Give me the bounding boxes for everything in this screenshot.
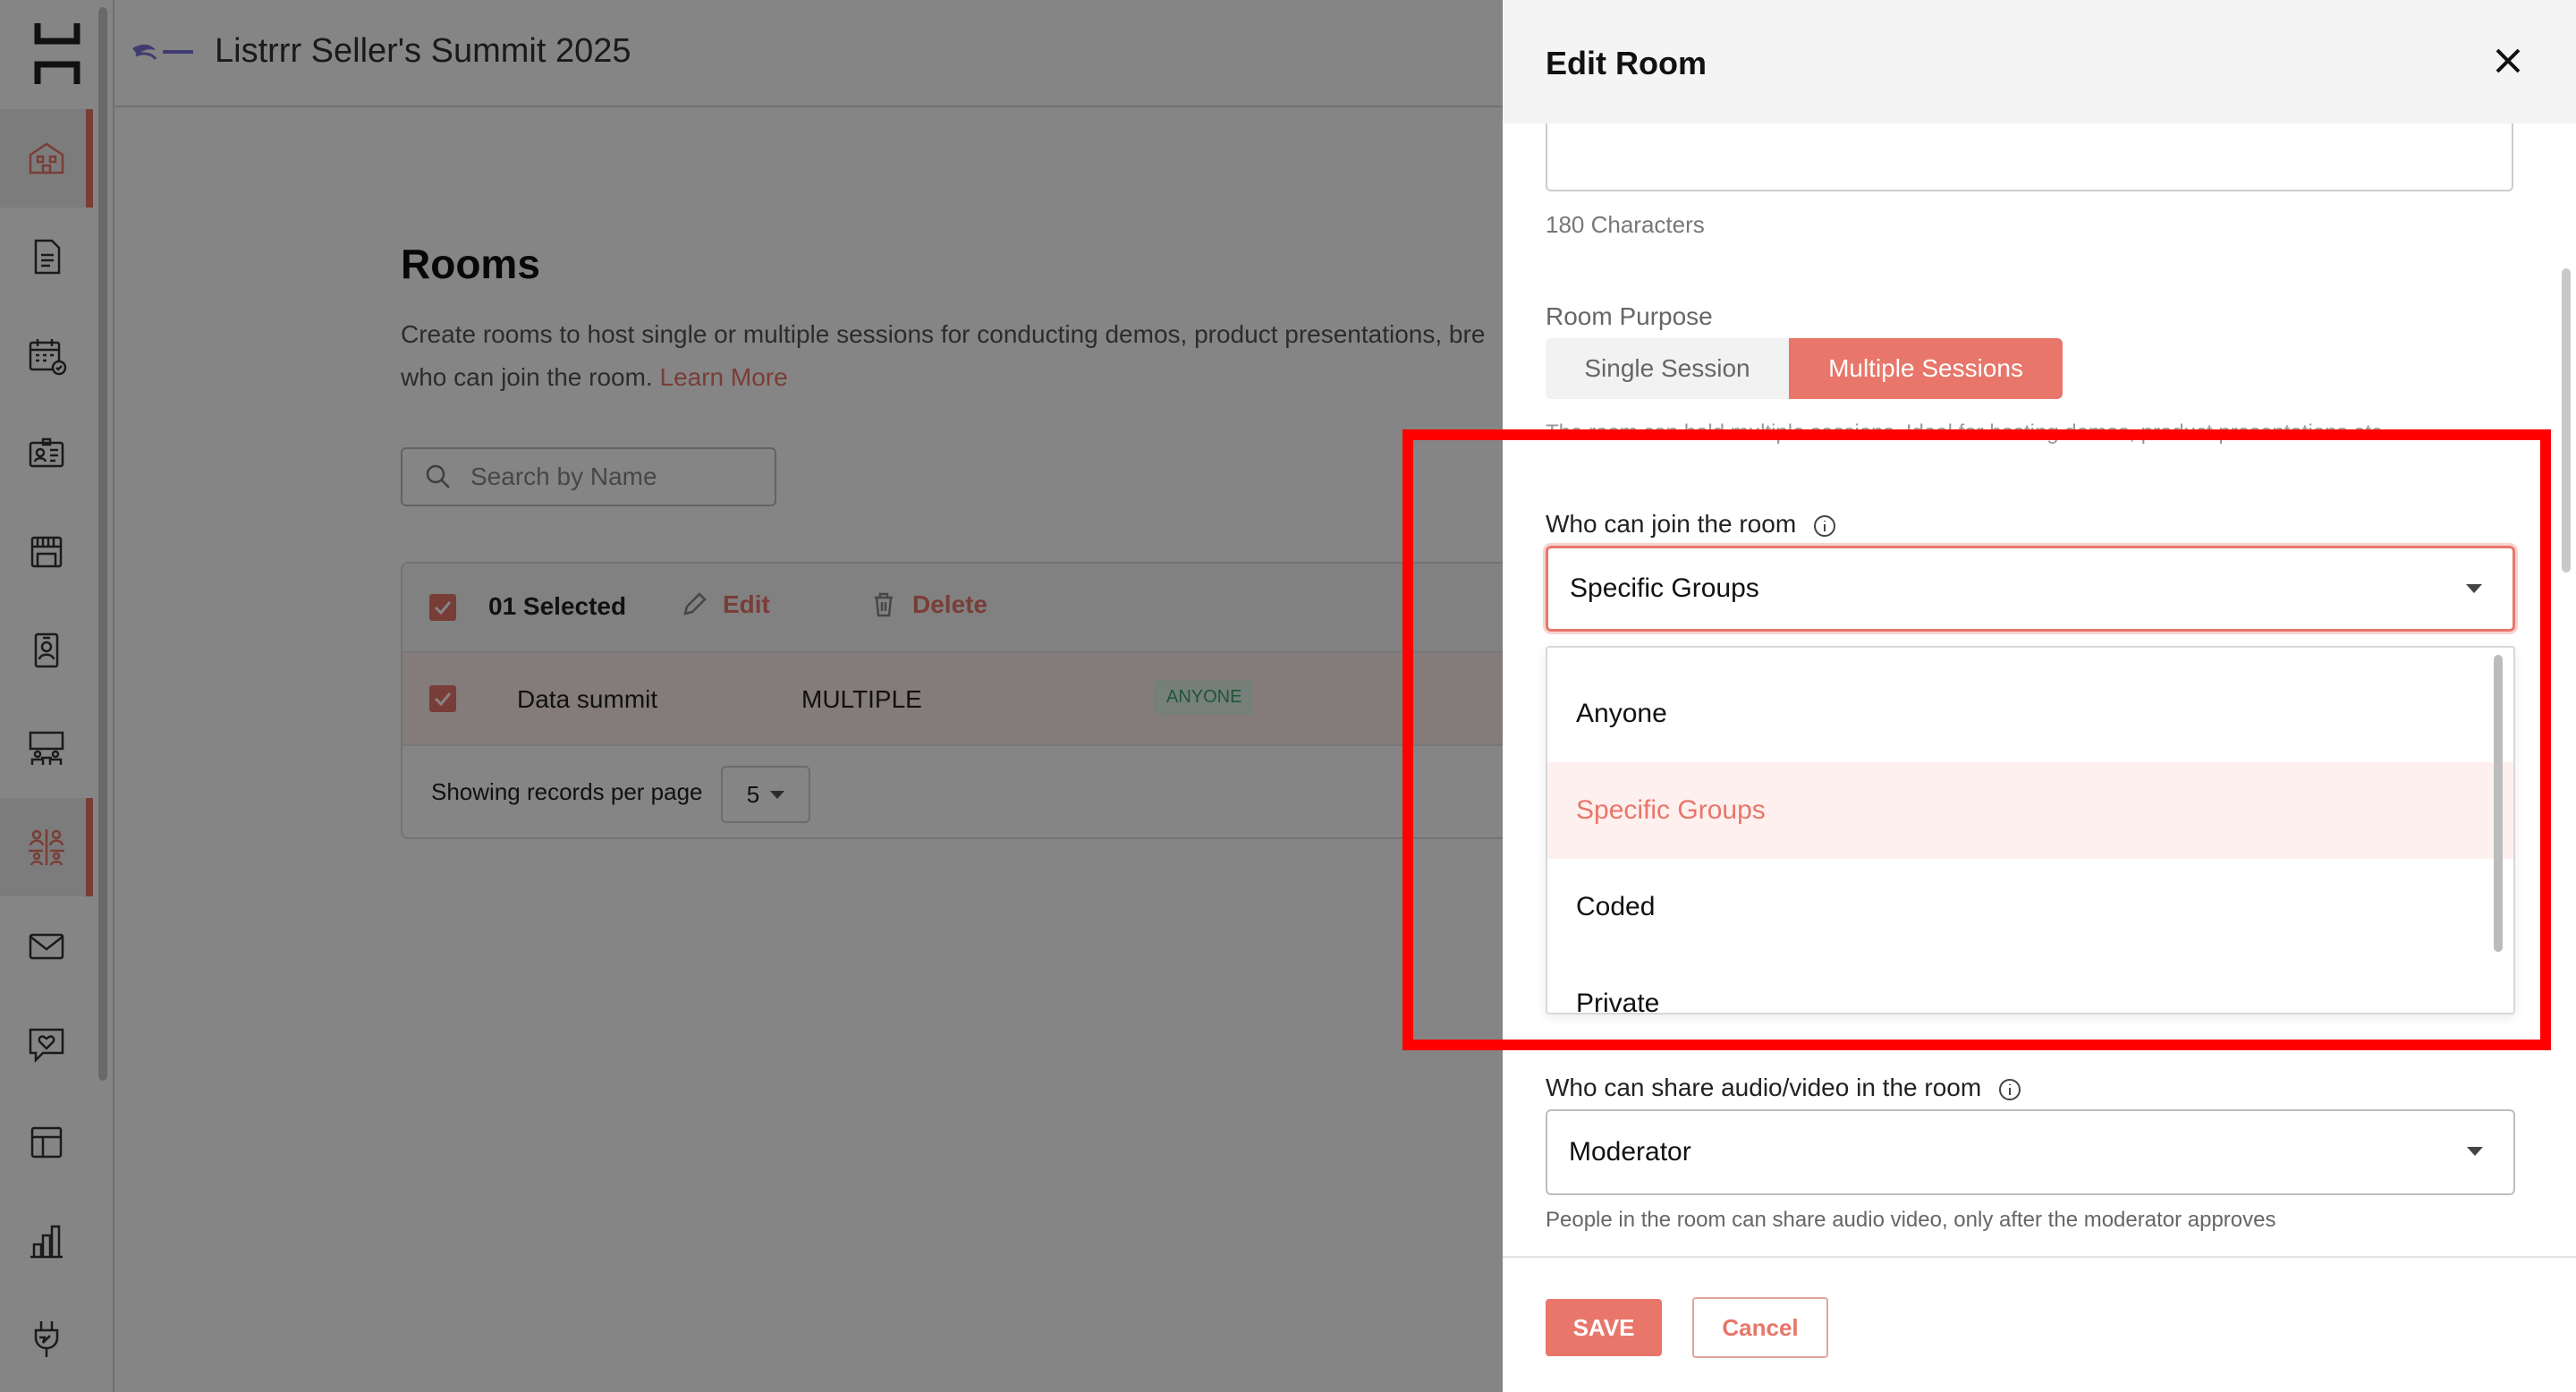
join-room-label-text: Who can join the room (1546, 510, 1797, 538)
join-room-value: Specific Groups (1570, 573, 1759, 603)
option-private[interactable]: Private (1547, 955, 2513, 1013)
drawer-header: Edit Room (1503, 0, 2576, 123)
cancel-button[interactable]: Cancel (1692, 1297, 1828, 1358)
drawer-scrollbar[interactable] (2562, 268, 2571, 573)
drawer-footer: SAVE Cancel (1503, 1256, 2576, 1392)
close-icon[interactable] (2487, 39, 2529, 82)
option-specific-groups[interactable]: Specific Groups (1547, 762, 2513, 859)
av-helper-text: People in the room can share audio video… (1546, 1208, 2276, 1232)
caret-down-icon (2467, 1147, 2483, 1156)
av-share-label: Who can share audio/video in the room (1546, 1074, 2022, 1102)
drawer-title: Edit Room (1546, 45, 1707, 81)
caret-down-icon (2466, 584, 2482, 593)
info-icon[interactable] (1997, 1077, 2022, 1102)
dropdown-scrollbar[interactable] (2494, 655, 2503, 952)
description-textarea[interactable] (1546, 122, 2513, 191)
single-session-option[interactable]: Single Session (1546, 338, 1789, 399)
save-button[interactable]: SAVE (1546, 1299, 1662, 1356)
option-coded[interactable]: Coded (1547, 859, 2513, 955)
join-room-dropdown: Anyone Specific Groups Coded Private (1546, 646, 2515, 1014)
room-purpose-label: Room Purpose (1546, 302, 1713, 330)
character-count: 180 Characters (1546, 211, 1705, 238)
join-room-label: Who can join the room (1546, 510, 1837, 539)
join-room-select[interactable]: Specific Groups (1546, 546, 2515, 632)
modal-backdrop[interactable] (0, 0, 1503, 1392)
option-anyone[interactable]: Anyone (1547, 666, 2513, 762)
av-share-value: Moderator (1569, 1137, 1691, 1167)
av-share-select[interactable]: Moderator (1546, 1109, 2515, 1195)
edit-room-drawer: 180 Characters Room Purpose Single Sessi… (1503, 0, 2576, 1392)
av-share-label-text: Who can share audio/video in the room (1546, 1074, 1982, 1101)
multiple-sessions-option[interactable]: Multiple Sessions (1789, 338, 2063, 399)
info-icon[interactable] (1812, 514, 1837, 539)
purpose-helper-text: The room can hold multiple sessions. Ide… (1546, 420, 2388, 445)
room-purpose-toggle: Single Session Multiple Sessions (1546, 338, 2063, 399)
